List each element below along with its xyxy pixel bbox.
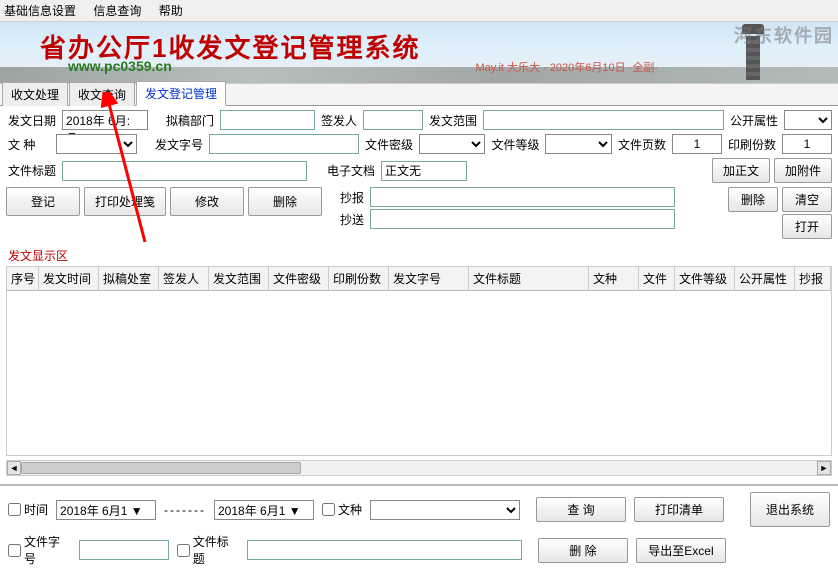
col-scope[interactable]: 发文范围 — [209, 267, 269, 290]
tab-receive-process[interactable]: 收文处理 — [2, 82, 68, 106]
label-cc-report: 抄报 — [338, 189, 366, 206]
label-file-title: 文件标题 — [6, 162, 58, 179]
efile-field[interactable] — [381, 161, 467, 181]
tab-bar: 收文处理 收文查询 发文登记管理 — [0, 84, 838, 106]
secrecy-select[interactable] — [419, 134, 485, 154]
tab-receive-query[interactable]: 收文查询 — [69, 82, 135, 106]
label-efile: 电子文档 — [325, 162, 377, 179]
delete2-button[interactable]: 删除 — [728, 187, 778, 212]
col-doc-type[interactable]: 文种 — [589, 267, 639, 290]
open-button[interactable]: 打开 — [782, 214, 832, 239]
public-attr-select[interactable] — [784, 110, 832, 130]
label-signer: 签发人 — [319, 112, 359, 129]
signer-field[interactable] — [363, 110, 423, 130]
file-title-field[interactable] — [62, 161, 307, 181]
col-secrecy[interactable]: 文件密级 — [269, 267, 329, 290]
label-copies: 印刷份数 — [726, 136, 778, 153]
menu-help[interactable]: 帮助 — [159, 4, 183, 18]
copies-field[interactable] — [782, 134, 832, 154]
label-draft-dept: 拟稿部门 — [164, 112, 216, 129]
label-pages: 文件页数 — [616, 136, 668, 153]
menu-query[interactable]: 信息查询 — [93, 4, 141, 18]
filter-title-field[interactable] — [247, 540, 522, 560]
cb-title-box[interactable] — [177, 544, 190, 557]
col-doc-number[interactable]: 发文字号 — [389, 267, 469, 290]
watermark: 河东软件园 — [734, 22, 834, 48]
label-cc-send: 抄送 — [338, 211, 366, 228]
cb-docno-label: 文件字号 — [24, 533, 71, 567]
results-table: 序号 发文时间 拟稿处室 签发人 发文范围 文件密级 印刷份数 发文字号 文件标… — [6, 266, 832, 456]
send-scope-field[interactable] — [483, 110, 724, 130]
search-button[interactable]: 查 询 — [536, 497, 626, 522]
filter-date-to[interactable]: 2018年 6月1 ▼ — [214, 500, 314, 520]
col-seq[interactable]: 序号 — [7, 267, 39, 290]
horizontal-scrollbar[interactable]: ◄ ► — [6, 460, 832, 476]
cb-title-label: 文件标题 — [193, 533, 240, 567]
export-excel-button[interactable]: 导出至Excel — [636, 538, 726, 563]
cb-time-box[interactable] — [8, 503, 21, 516]
cc-send-field[interactable] — [370, 209, 675, 229]
pages-field[interactable] — [672, 134, 722, 154]
file-grade-select[interactable] — [545, 134, 611, 154]
filter-panel: 时间 2018年 6月1 ▼ ------- 2018年 6月1 ▼ 文种 查 … — [0, 484, 838, 579]
label-file-grade: 文件等级 — [489, 136, 541, 153]
scroll-left-icon[interactable]: ◄ — [7, 461, 21, 475]
filter-delete-button[interactable]: 删 除 — [538, 538, 628, 563]
col-cc-report[interactable]: 抄报 — [795, 267, 831, 290]
draft-dept-field[interactable] — [220, 110, 315, 130]
scroll-right-icon[interactable]: ► — [817, 461, 831, 475]
print-list-button[interactable]: 打印清单 — [634, 497, 724, 522]
add-attachment-button[interactable]: 加附件 — [774, 158, 832, 183]
scroll-thumb[interactable] — [21, 462, 301, 474]
label-send-scope: 发文范围 — [427, 112, 479, 129]
cb-doctype[interactable]: 文种 — [322, 501, 362, 518]
banner-url: www.pc0359.cn — [68, 58, 172, 74]
cb-doctype-box[interactable] — [322, 503, 335, 516]
col-file-grade[interactable]: 文件等级 — [675, 267, 735, 290]
tab-send-register[interactable]: 发文登记管理 — [136, 81, 226, 106]
section-label-display: 发文显示区 — [0, 245, 838, 266]
col-signer[interactable]: 签发人 — [159, 267, 209, 290]
add-body-button[interactable]: 加正文 — [712, 158, 770, 183]
banner: 省办公厅1收发文登记管理系统 www.pc0359.cn May.it 大乐大 … — [0, 22, 838, 84]
filter-doctype-select[interactable] — [370, 500, 520, 520]
label-doc-type: 文 种 — [6, 136, 52, 153]
edit-button[interactable]: 修改 — [170, 187, 244, 216]
col-draft-office[interactable]: 拟稿处室 — [99, 267, 159, 290]
exit-system-button[interactable]: 退出系统 — [750, 492, 830, 527]
col-file[interactable]: 文件 — [639, 267, 675, 290]
cb-time[interactable]: 时间 — [8, 501, 48, 518]
print-slip-button[interactable]: 打印处理笺 — [84, 187, 166, 216]
col-public-attr[interactable]: 公开属性 — [735, 267, 795, 290]
filter-date-from[interactable]: 2018年 6月1 ▼ — [56, 500, 156, 520]
col-send-time[interactable]: 发文时间 — [39, 267, 99, 290]
label-doc-number: 发文字号 — [153, 136, 205, 153]
register-button[interactable]: 登记 — [6, 187, 80, 216]
cb-time-label: 时间 — [24, 501, 48, 518]
label-secrecy: 文件密级 — [363, 136, 415, 153]
clear-button[interactable]: 清空 — [782, 187, 832, 212]
cb-title[interactable]: 文件标题 — [177, 533, 240, 567]
banner-subtext: May.it 大乐大 · 2020年6月10日 ·全副· — [475, 59, 658, 75]
cc-report-field[interactable] — [370, 187, 675, 207]
label-send-date: 发文日期 — [6, 112, 58, 129]
cb-docno[interactable]: 文件字号 — [8, 533, 71, 567]
col-file-title[interactable]: 文件标题 — [469, 267, 589, 290]
form-area: 发文日期 2018年 6月: ▼ 拟稿部门 签发人 发文范围 公开属性 文 种 … — [0, 106, 838, 245]
doc-type-select[interactable] — [56, 134, 138, 154]
send-date-picker[interactable]: 2018年 6月: ▼ — [62, 110, 148, 130]
doc-number-field[interactable] — [209, 134, 359, 154]
cb-docno-box[interactable] — [8, 544, 21, 557]
cb-doctype-label: 文种 — [338, 501, 362, 518]
delete-button[interactable]: 删除 — [248, 187, 322, 216]
date-range-dash: ------- — [164, 503, 206, 517]
table-header-row: 序号 发文时间 拟稿处室 签发人 发文范围 文件密级 印刷份数 发文字号 文件标… — [7, 267, 831, 291]
menu-basic[interactable]: 基础信息设置 — [4, 4, 76, 18]
col-copies[interactable]: 印刷份数 — [329, 267, 389, 290]
label-public-attr: 公开属性 — [728, 112, 780, 129]
filter-docno-field[interactable] — [79, 540, 169, 560]
